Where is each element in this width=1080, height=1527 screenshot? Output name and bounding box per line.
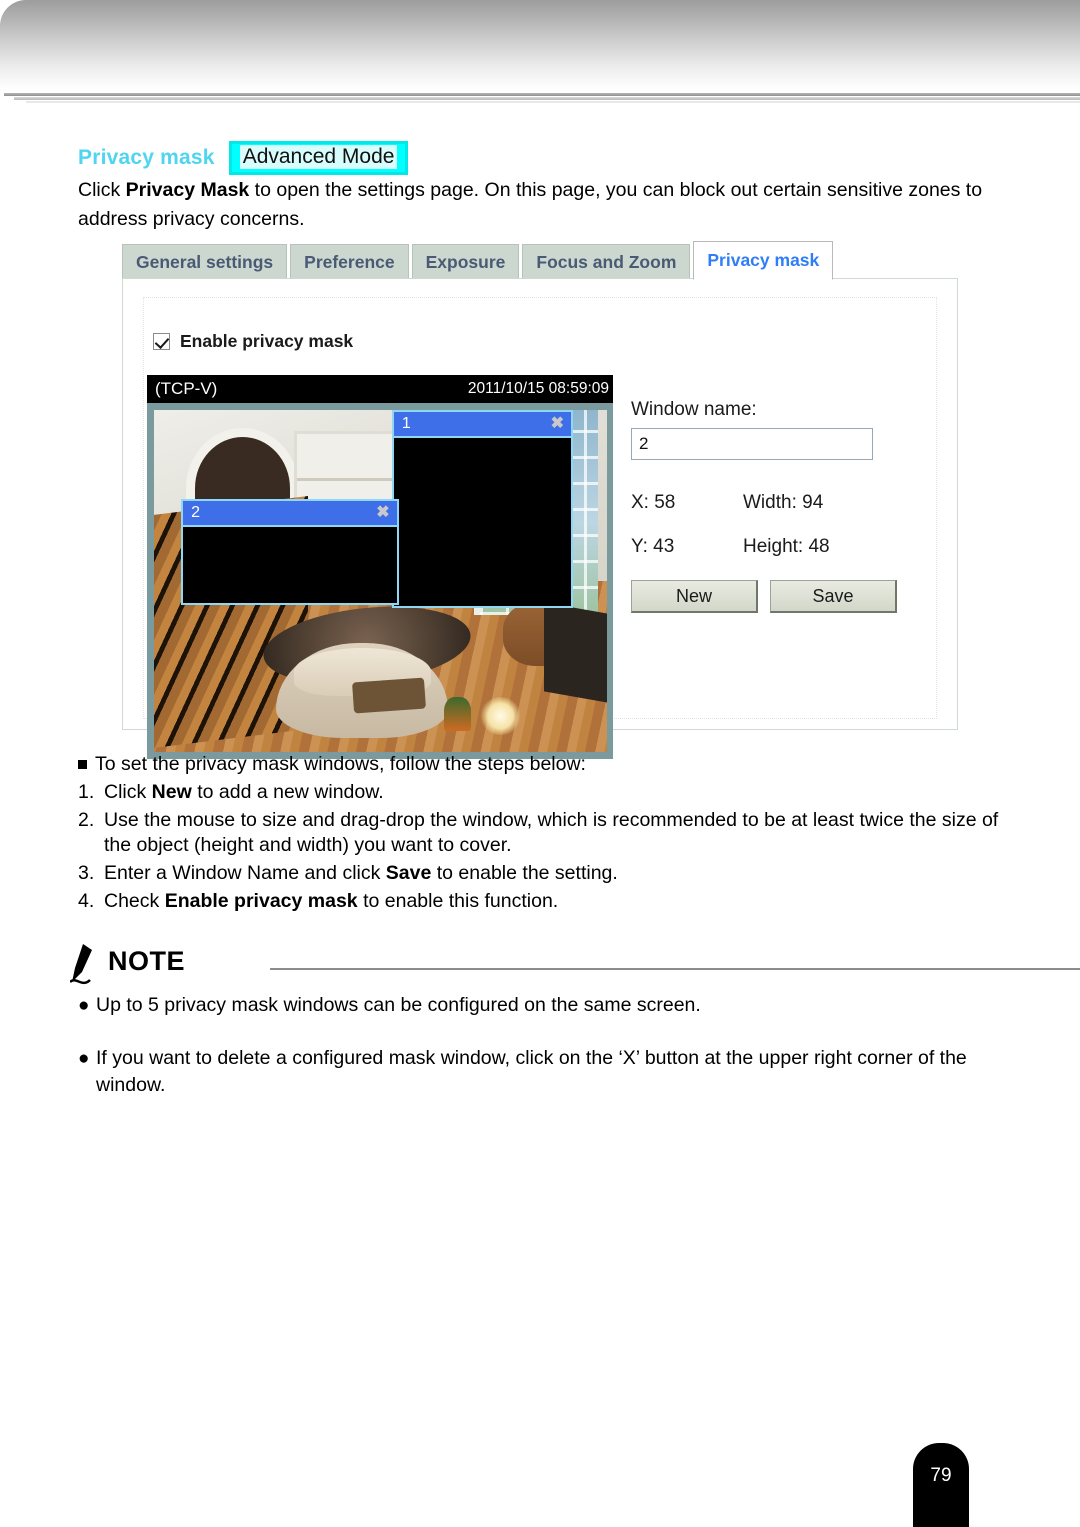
form-button-row: New Save bbox=[631, 580, 931, 613]
note-body: ● Up to 5 privacy mask windows can be co… bbox=[78, 992, 1028, 1125]
enable-privacy-mask-row[interactable]: Enable privacy mask bbox=[153, 331, 353, 352]
note-item-2-text: If you want to delete a configured mask … bbox=[96, 1047, 967, 1096]
tab-privacy-mask[interactable]: Privacy mask bbox=[693, 241, 834, 280]
settings-tab-bar: General settings Preference Exposure Foc… bbox=[122, 240, 836, 280]
note-divider bbox=[270, 968, 1080, 970]
scene-table bbox=[352, 677, 427, 714]
page-number-tab: 79 bbox=[913, 1443, 969, 1527]
header-rule-tertiary bbox=[26, 101, 1080, 103]
mask-window-1-number: 1 bbox=[401, 415, 411, 432]
coordinate-row-y: Y: 43 Height: 48 bbox=[631, 536, 931, 558]
step-1-bold: New bbox=[151, 780, 192, 803]
video-frame-border: 1 ✖ 2 ✖ bbox=[147, 403, 613, 759]
video-image[interactable]: 1 ✖ 2 ✖ bbox=[154, 410, 607, 752]
product-screenshot: General settings Preference Exposure Foc… bbox=[122, 240, 960, 759]
save-button[interactable]: Save bbox=[770, 580, 897, 613]
note-item-1-text: Up to 5 privacy mask windows can be conf… bbox=[96, 994, 701, 1016]
step-2-marker: 2. bbox=[78, 808, 95, 831]
coordinate-row-x: X: 58 Width: 94 bbox=[631, 492, 931, 514]
header-rule-primary bbox=[4, 93, 1080, 96]
note-pen-icon bbox=[70, 944, 92, 985]
bullet-dot-icon: ● bbox=[78, 995, 90, 1016]
scene-plant bbox=[443, 697, 472, 732]
header-rule-secondary bbox=[14, 97, 1080, 100]
step-2-text: Use the mouse to size and drag-drop the … bbox=[104, 808, 999, 857]
section-heading: Privacy mask Advanced Mode bbox=[78, 141, 409, 175]
page-header-band bbox=[0, 0, 1080, 92]
close-icon[interactable]: ✖ bbox=[551, 416, 564, 432]
mask-height-value: Height: 48 bbox=[743, 536, 830, 557]
window-name-label: Window name: bbox=[631, 399, 757, 420]
step-4-marker: 4. bbox=[78, 889, 95, 912]
step-4-text: Check Enable privacy mask to enable this… bbox=[104, 889, 558, 915]
procedure-steps: To set the privacy mask windows, follow … bbox=[78, 752, 1028, 917]
close-icon[interactable]: ✖ bbox=[376, 504, 389, 521]
note-item-2: ● If you want to delete a configured mas… bbox=[78, 1045, 1028, 1099]
mask-window-2-number: 2 bbox=[191, 503, 201, 521]
step-item-2: 2. Use the mouse to size and drag-drop t… bbox=[78, 808, 1028, 860]
mask-coordinates: X: 58 Width: 94 Y: 43 Height: 48 bbox=[631, 492, 931, 558]
step-1-pre: Click bbox=[104, 780, 152, 803]
tab-focus-and-zoom[interactable]: Focus and Zoom bbox=[522, 244, 691, 280]
enable-privacy-mask-label: Enable privacy mask bbox=[180, 331, 354, 351]
step-item-4: 4. Check Enable privacy mask to enable t… bbox=[78, 889, 1028, 915]
new-button[interactable]: New bbox=[631, 580, 758, 613]
step-1-marker: 1. bbox=[78, 780, 95, 803]
steps-intro: To set the privacy mask windows, follow … bbox=[78, 752, 586, 778]
step-4-pre: Check bbox=[104, 889, 165, 912]
live-video-viewport: (TCP-V) 2011/10/15 08:59:09 1 ✖ 2 ✖ bbox=[147, 375, 613, 759]
note-header: NOTE bbox=[70, 944, 1080, 986]
mask-window-2-titlebar[interactable]: 2 ✖ bbox=[183, 500, 397, 527]
step-4-bold: Enable privacy mask bbox=[164, 889, 358, 912]
intro-bold-term: Privacy Mask bbox=[125, 179, 250, 201]
tab-exposure[interactable]: Exposure bbox=[411, 244, 520, 280]
mask-x-value: X: 58 bbox=[631, 492, 676, 513]
steps-intro-row: To set the privacy mask windows, follow … bbox=[78, 752, 1028, 778]
tab-preference[interactable]: Preference bbox=[290, 244, 409, 280]
mask-window-2-body[interactable] bbox=[183, 526, 397, 603]
step-1-text: Click New to add a new window. bbox=[104, 780, 384, 806]
intro-paragraph: Click Privacy Mask to open the settings … bbox=[78, 176, 1018, 234]
step-item-3: 3. Enter a Window Name and click Save to… bbox=[78, 861, 1028, 887]
step-3-pre: Enter a Window Name and click bbox=[104, 862, 386, 885]
intro-prefix: Click bbox=[78, 179, 126, 201]
step-4-post: to enable this function. bbox=[357, 889, 559, 912]
scene-shelf-line bbox=[297, 477, 398, 481]
privacy-mask-panel: Enable privacy mask (TCP-V) 2011/10/15 0… bbox=[122, 278, 958, 759]
scene-candle bbox=[480, 697, 521, 735]
mask-y-value: Y: 43 bbox=[631, 536, 675, 557]
note-heading: NOTE bbox=[108, 946, 186, 976]
bullet-dot-icon: ● bbox=[78, 1048, 90, 1069]
osd-protocol-label: (TCP-V) bbox=[155, 379, 218, 398]
mask-width-value: Width: 94 bbox=[743, 492, 824, 513]
privacy-mask-window-2[interactable]: 2 ✖ bbox=[181, 498, 399, 605]
step-3-marker: 3. bbox=[78, 862, 95, 885]
bullet-square-icon bbox=[78, 760, 87, 769]
mask-window-1-titlebar[interactable]: 1 ✖ bbox=[393, 412, 571, 438]
osd-timestamp-label: 2011/10/15 08:59:09 bbox=[467, 380, 609, 397]
window-name-input[interactable] bbox=[631, 428, 873, 460]
page-title: Privacy mask bbox=[78, 145, 215, 169]
privacy-mask-window-1[interactable]: 1 ✖ bbox=[391, 410, 573, 609]
step-item-1: 1. Click New to add a new window. bbox=[78, 780, 1028, 806]
advanced-mode-badge: Advanced Mode bbox=[228, 141, 409, 175]
advanced-mode-label: Advanced Mode bbox=[239, 145, 398, 169]
steps-intro-text: To set the privacy mask windows, follow … bbox=[95, 753, 586, 775]
step-3-post: to enable the setting. bbox=[431, 862, 618, 885]
step-3-text: Enter a Window Name and click Save to en… bbox=[104, 861, 618, 887]
checkbox-icon[interactable] bbox=[153, 333, 170, 350]
tab-general-settings[interactable]: General settings bbox=[122, 244, 288, 280]
mask-window-1-body[interactable] bbox=[393, 438, 571, 607]
mask-window-form: Window name: X: 58 Width: 94 Y: 43 Heigh… bbox=[631, 399, 931, 613]
scene-dark-corner bbox=[543, 602, 607, 703]
page-number: 79 bbox=[930, 1465, 952, 1486]
step-1-post: to add a new window. bbox=[191, 780, 384, 803]
note-item-1: ● Up to 5 privacy mask windows can be co… bbox=[78, 992, 1028, 1019]
video-osd-bar: (TCP-V) 2011/10/15 08:59:09 bbox=[147, 375, 613, 403]
step-3-bold: Save bbox=[385, 862, 432, 885]
